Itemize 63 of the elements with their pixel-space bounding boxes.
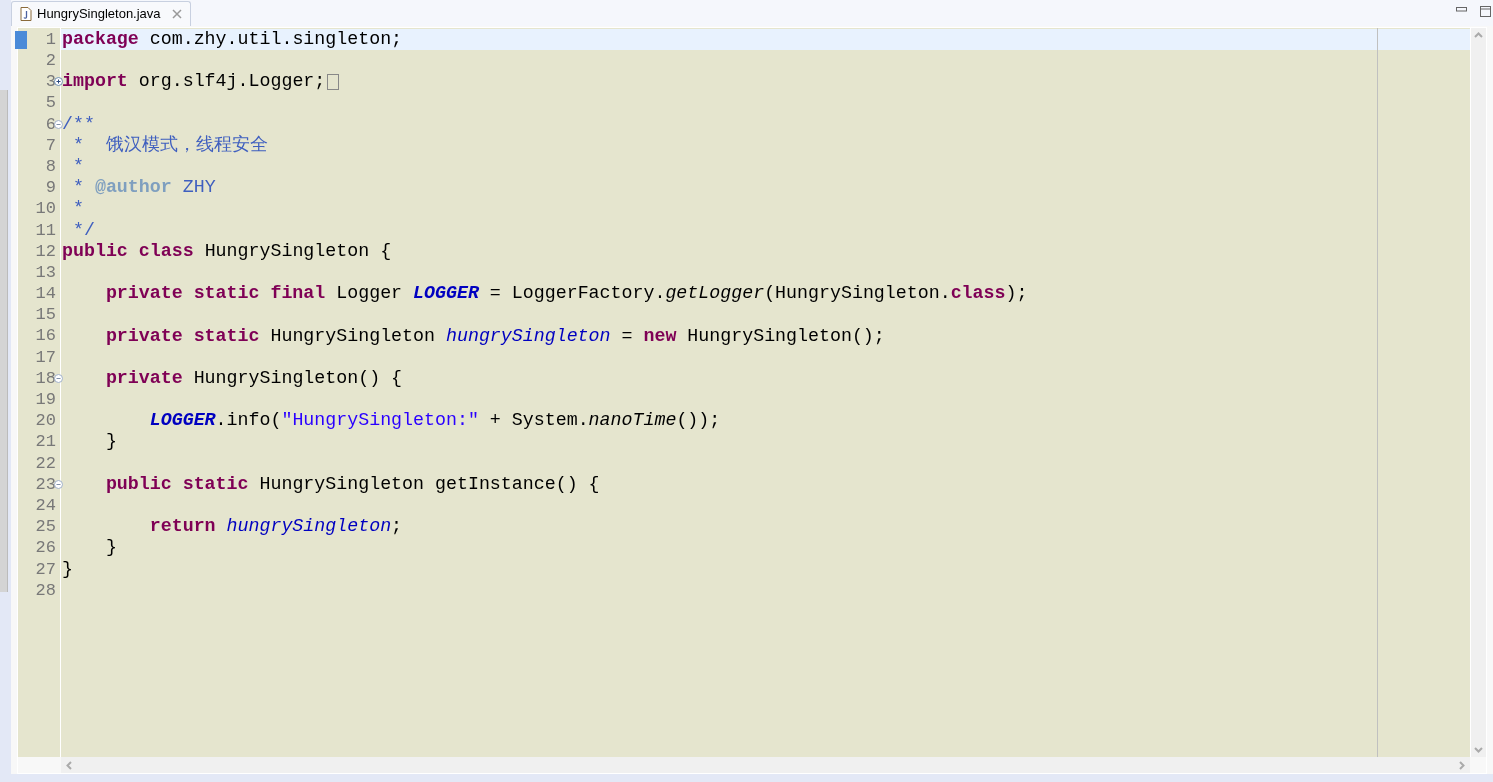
line-number: 24 [35, 494, 56, 517]
line-number: 8 [45, 155, 56, 178]
scroll-left-icon[interactable] [66, 760, 72, 770]
code-line: * [71, 155, 84, 178]
code-line: /** [62, 112, 95, 136]
code-line: * 饿汉模式，线程安全 [71, 133, 268, 157]
code-line: } [105, 536, 117, 560]
code-line: return hungrySingleton; [149, 515, 403, 539]
expand-icon[interactable] [54, 77, 63, 87]
tab-title: HungrySingleton.java [37, 5, 161, 24]
line-number: 21 [35, 431, 56, 454]
close-icon[interactable] [171, 9, 182, 19]
collapse-icon[interactable] [54, 374, 63, 383]
line-number: 12 [35, 240, 56, 263]
line-number: 17 [35, 346, 56, 369]
scroll-right-icon[interactable] [1459, 760, 1465, 770]
maximize-icon[interactable] [1480, 6, 1491, 17]
line-number: 5 [45, 92, 56, 115]
code-line: } [62, 557, 73, 581]
horizontal-scrollbar[interactable] [61, 757, 1470, 773]
code-line: * [71, 197, 84, 221]
line-number: 18 [35, 367, 56, 390]
line-number: 22 [35, 452, 56, 475]
vertical-scrollbar[interactable] [1470, 28, 1486, 757]
line-number: 23 [35, 473, 56, 496]
code-line: import org.slf4j.Logger; [62, 70, 326, 94]
line-number: 1 [45, 28, 56, 51]
line-number: 2 [45, 50, 56, 73]
code-line: public static HungrySingleton getInstance() { [105, 472, 600, 496]
collapse-icon[interactable] [54, 119, 63, 129]
line-number: 6 [45, 113, 56, 136]
line-number: 25 [35, 516, 56, 539]
code-line: } [105, 430, 117, 454]
editor-tab[interactable]: HungrySingleton.java [11, 1, 191, 26]
code-line: private static final Logger LOGGER = LoggerFactory.getLogger(HungrySingleton.class); [105, 282, 1028, 306]
code-line: LOGGER.info("HungrySingleton:" + System.nanoTime()); [149, 409, 721, 433]
line-number: 26 [35, 537, 56, 560]
code-line: public class HungrySingleton { [62, 239, 392, 263]
bookmark-marker [15, 31, 27, 49]
code-line: package com.zhy.util.singleton; [62, 27, 403, 51]
scroll-down-icon[interactable] [1474, 747, 1483, 753]
line-number: 11 [35, 219, 56, 242]
line-number: 27 [35, 558, 56, 581]
line-number: 16 [35, 325, 56, 348]
line-number: 15 [35, 304, 56, 327]
folded-code-icon[interactable] [327, 73, 340, 90]
code-line: private static HungrySingleton hungrySingleton = new HungrySingleton(); [105, 324, 885, 348]
code-line: * @author ZHY [71, 176, 216, 200]
code-line: */ [71, 218, 95, 242]
line-number: 14 [35, 283, 56, 306]
line-number: 9 [45, 177, 56, 200]
line-number: 13 [35, 261, 56, 284]
java-file-icon [20, 7, 32, 21]
line-number: 28 [35, 579, 56, 602]
minimize-icon[interactable] [1456, 7, 1467, 12]
line-number: 19 [35, 389, 56, 412]
line-number: 7 [45, 134, 56, 157]
scroll-up-icon[interactable] [1474, 32, 1483, 38]
line-number: 20 [35, 410, 56, 433]
line-number: 10 [35, 198, 56, 221]
line-number: 3 [45, 71, 56, 94]
code-line: private HungrySingleton() { [105, 366, 403, 390]
collapse-icon[interactable] [54, 479, 63, 489]
